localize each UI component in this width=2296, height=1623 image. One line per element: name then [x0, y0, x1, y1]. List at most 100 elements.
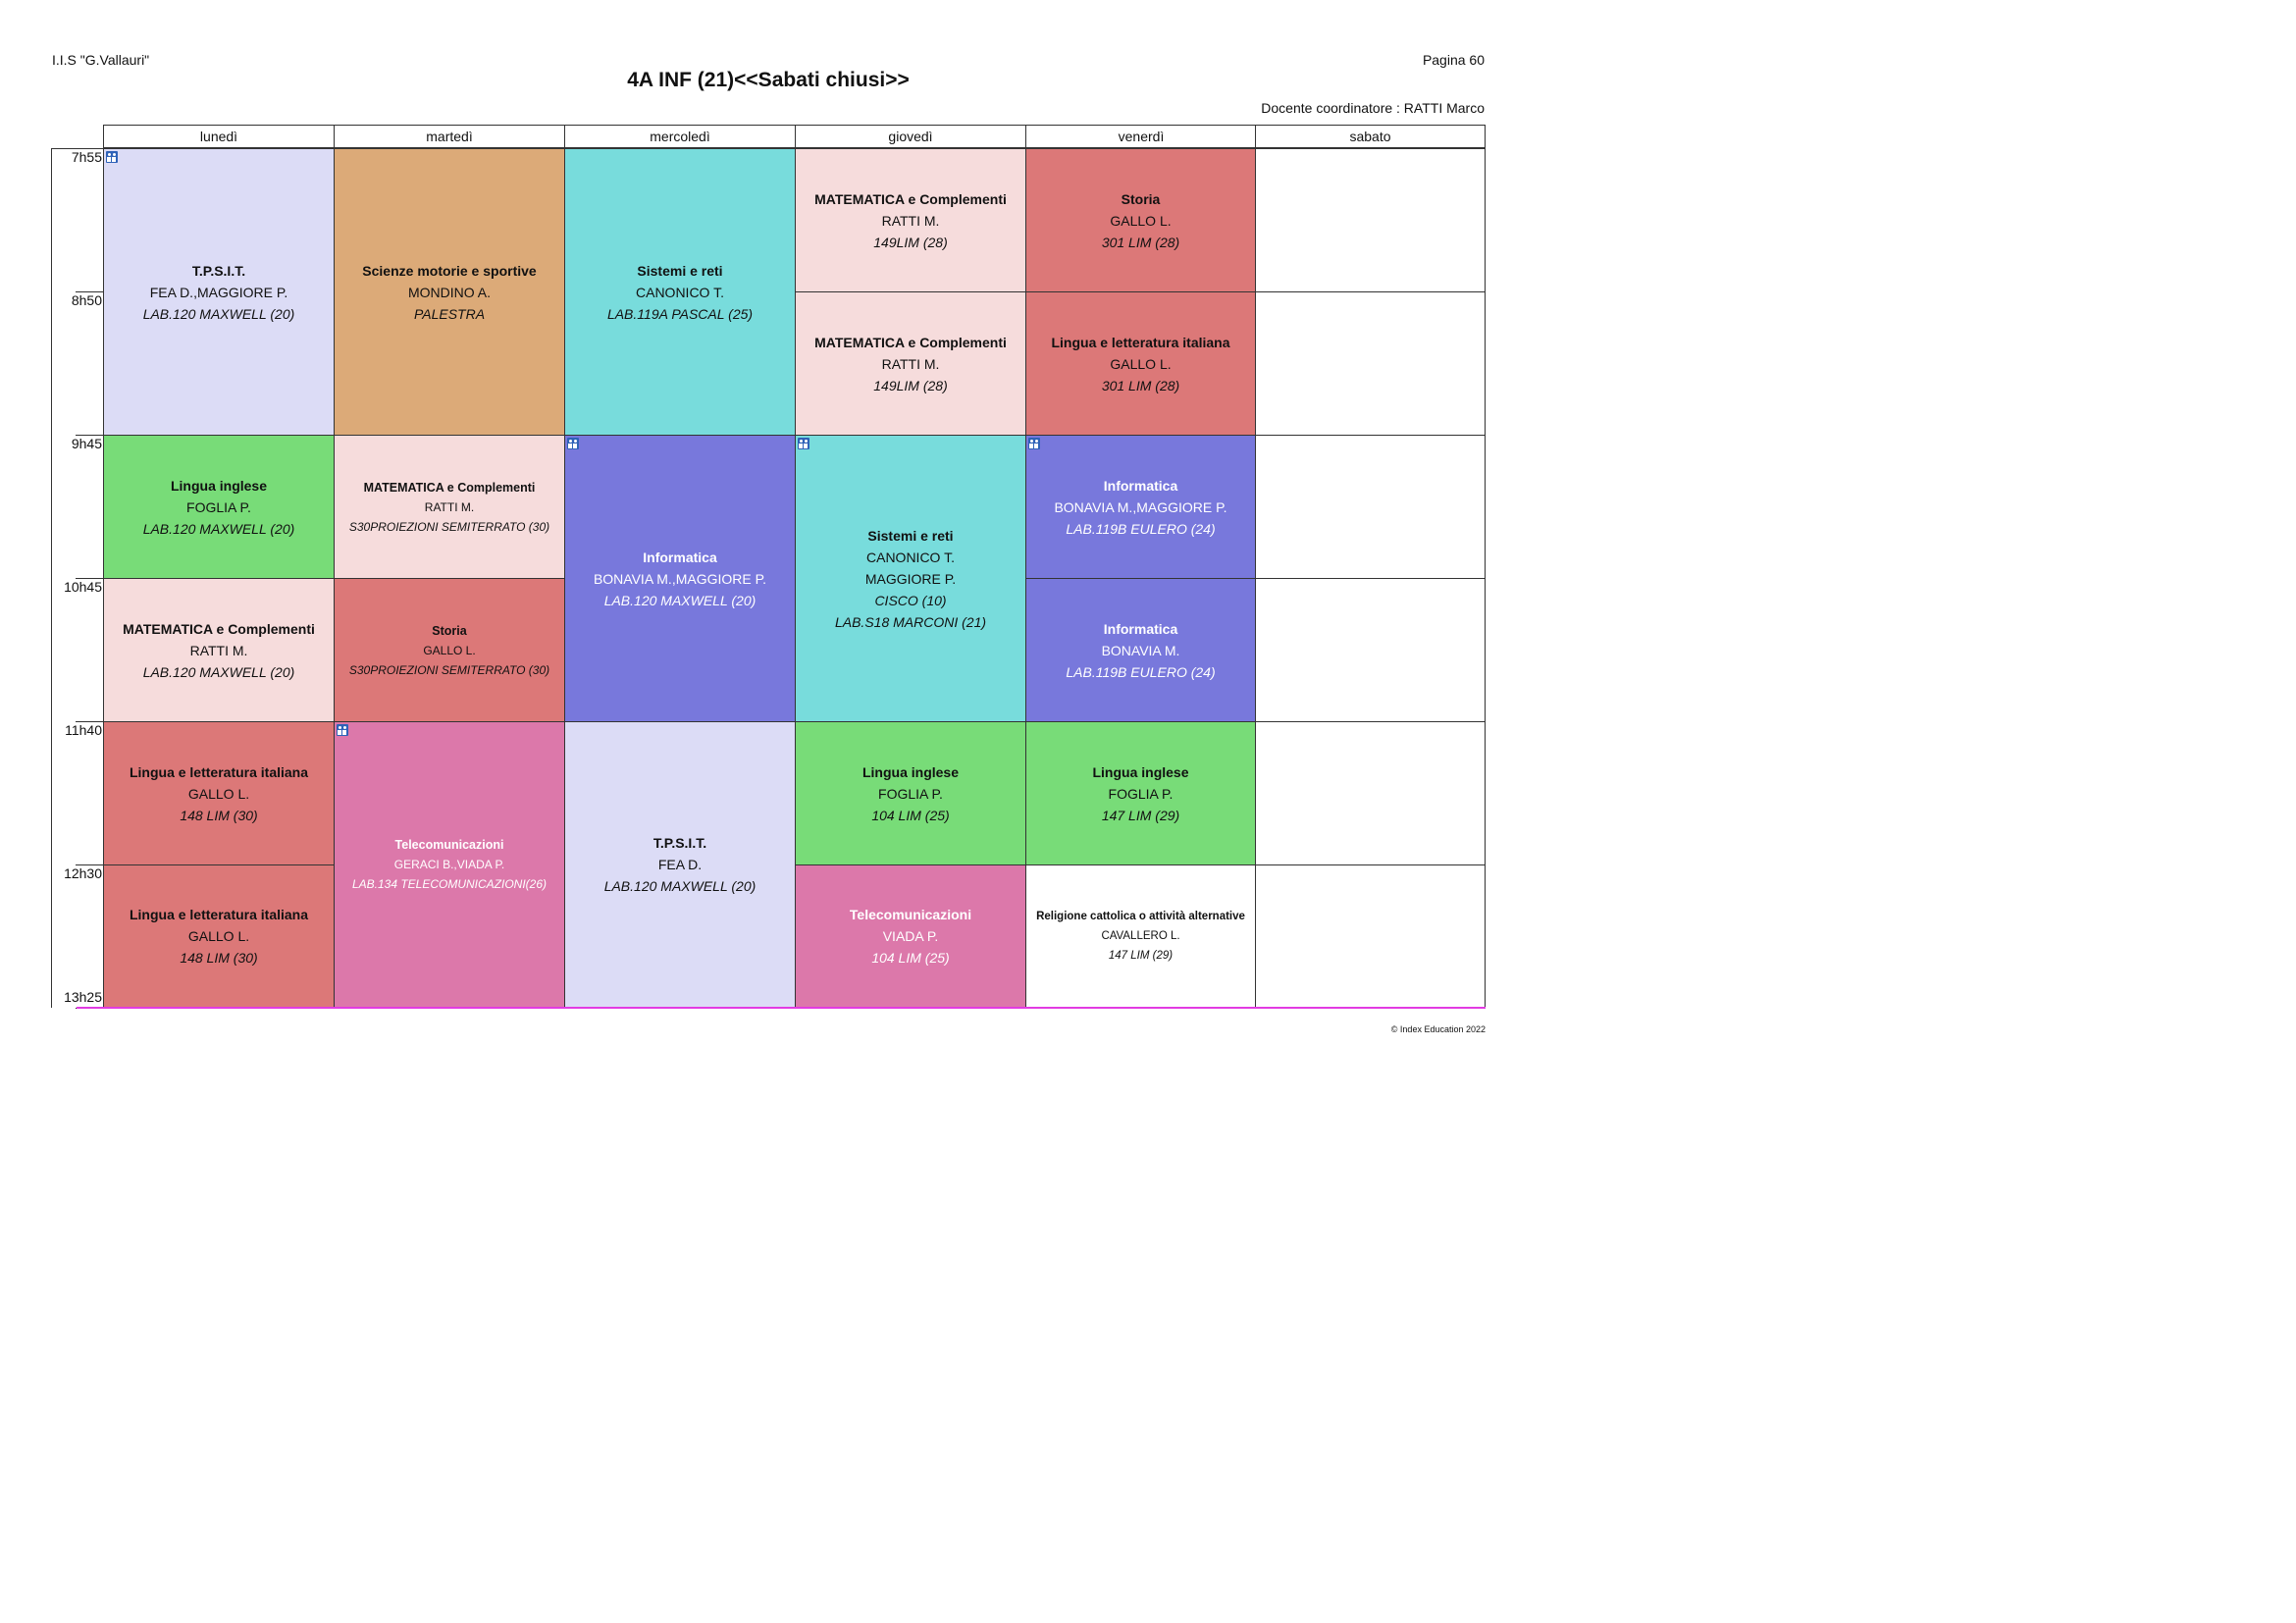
lesson-cell[interactable]: Sistemi e reti CANONICO T. LAB.119A PASC…	[564, 148, 796, 436]
lesson-room: 147 LIM (29)	[1101, 807, 1180, 823]
lesson-room: S30PROIEZIONI SEMITERRATO (30)	[348, 662, 550, 677]
lesson-subject: MATEMATICA e Complementi	[814, 190, 1007, 207]
lesson-subject: Telecomunicazioni	[394, 838, 504, 852]
lesson-teacher: RATTI M.	[881, 212, 940, 229]
lesson-room: LAB.119A PASCAL (25)	[606, 305, 754, 322]
time-label: 8h50	[71, 292, 102, 308]
lesson-room: LAB.119B EULERO (24)	[1066, 663, 1216, 680]
lesson-room: 147 LIM (29)	[1108, 950, 1174, 962]
lesson-room: S30PROIEZIONI SEMITERRATO (30)	[348, 519, 550, 534]
lesson-cell[interactable]: Informatica BONAVIA M.,MAGGIORE P. LAB.1…	[564, 435, 796, 722]
empty-slot[interactable]	[1255, 578, 1486, 722]
lesson-subject: Informatica	[1103, 477, 1178, 494]
lesson-room: PALESTRA	[413, 305, 486, 322]
lesson-teacher: GALLO L.	[423, 643, 476, 657]
lesson-cell[interactable]: Informatica BONAVIA M.,MAGGIORE P. LAB.1…	[1025, 435, 1256, 579]
coordinator-label: Docente coordinatore : RATTI Marco	[1261, 100, 1485, 116]
lesson-room: 148 LIM (30)	[180, 950, 258, 966]
lesson-subject: Storia	[432, 623, 467, 638]
empty-slot[interactable]	[1255, 435, 1486, 579]
lesson-cell[interactable]: Religione cattolica o attività alternati…	[1025, 864, 1256, 1008]
lesson-room: 301 LIM (28)	[1101, 377, 1180, 393]
lesson-teacher: RATTI M.	[881, 355, 940, 372]
lesson-room: LAB.120 MAXWELL (20)	[142, 663, 295, 680]
lesson-room: LAB.120 MAXWELL (20)	[142, 305, 295, 322]
lesson-cell[interactable]: Lingua e letteratura italiana GALLO L. 1…	[103, 721, 335, 865]
day-header-saturday: sabato	[1255, 125, 1486, 148]
timetable-title: 4A INF (21)<<Sabati chiusi>>	[627, 69, 910, 91]
lesson-cell[interactable]: MATEMATICA e Complementi RATTI M. 149LIM…	[795, 148, 1026, 292]
lesson-subject: Lingua e letteratura italiana	[129, 763, 309, 780]
lesson-cell[interactable]: Lingua inglese FOGLIA P. 147 LIM (29)	[1025, 721, 1256, 865]
day-header-monday: lunedì	[103, 125, 334, 148]
lesson-cell[interactable]: Storia GALLO L. 301 LIM (28)	[1025, 148, 1256, 292]
lesson-room: 301 LIM (28)	[1101, 234, 1180, 250]
lesson-teacher: RATTI M.	[189, 642, 248, 658]
lesson-subject: Lingua inglese	[170, 477, 267, 494]
lesson-subject: Sistemi e reti	[867, 527, 954, 544]
lesson-cell[interactable]: T.P.S.I.T. FEA D. LAB.120 MAXWELL (20)	[564, 721, 796, 1008]
day-header-thursday: giovedì	[795, 125, 1025, 148]
lesson-teacher: GALLO L.	[1110, 212, 1172, 229]
lesson-cell[interactable]: Telecomunicazioni VIADA P. 104 LIM (25)	[795, 864, 1026, 1008]
lesson-cell[interactable]: Lingua inglese FOGLIA P. LAB.120 MAXWELL…	[103, 435, 335, 579]
lesson-room: 149LIM (28)	[873, 234, 948, 250]
lesson-room: LAB.120 MAXWELL (20)	[603, 878, 757, 894]
lesson-cell[interactable]: Scienze motorie e sportive MONDINO A. PA…	[334, 148, 565, 436]
empty-slot[interactable]	[1255, 148, 1486, 292]
lesson-room: LAB.134 TELECOMUNICAZIONI(26)	[351, 877, 548, 891]
group-icon	[798, 438, 809, 449]
lesson-cell[interactable]: MATEMATICA e Complementi RATTI M. 149LIM…	[795, 291, 1026, 436]
lesson-cell[interactable]: Telecomunicazioni GERACI B.,VIADA P. LAB…	[334, 721, 565, 1008]
school-name: I.I.S "G.Vallauri"	[52, 52, 150, 68]
lesson-subject: Religione cattolica o attività alternati…	[1036, 911, 1245, 922]
lesson-room: 149LIM (28)	[873, 377, 948, 393]
lesson-cell[interactable]: MATEMATICA e Complementi RATTI M. S30PRO…	[334, 435, 565, 579]
lesson-cell[interactable]: MATEMATICA e Complementi RATTI M. LAB.12…	[103, 578, 335, 722]
lesson-subject: Lingua e letteratura italiana	[129, 907, 309, 922]
page-number: Pagina 60	[1422, 52, 1485, 68]
copyright: © Index Education 2022	[1390, 1024, 1486, 1034]
lesson-room: 148 LIM (30)	[180, 807, 258, 823]
lesson-teacher: FOGLIA P.	[1108, 785, 1174, 802]
lesson-subject: T.P.S.I.T.	[652, 835, 707, 851]
lesson-subject: Informatica	[643, 549, 717, 565]
empty-slot[interactable]	[1255, 291, 1486, 436]
lesson-teacher: FOGLIA P.	[878, 785, 943, 802]
empty-slot[interactable]	[1255, 864, 1486, 1008]
lesson-teacher: GALLO L.	[187, 928, 250, 944]
lesson-teacher: RATTI M.	[424, 499, 475, 514]
day-header-tuesday: martedì	[334, 125, 564, 148]
lesson-cell[interactable]: Storia GALLO L. S30PROIEZIONI SEMITERRAT…	[334, 578, 565, 722]
empty-slot[interactable]	[1255, 721, 1486, 865]
group-icon	[337, 724, 348, 736]
time-label: 12h30	[64, 865, 102, 881]
lesson-teacher: MONDINO A.	[407, 284, 491, 300]
day-header-wednesday: mercoledì	[564, 125, 795, 148]
lesson-subject: Lingua e letteratura italiana	[1051, 334, 1230, 350]
lesson-teacher: FEA D.,MAGGIORE P.	[149, 284, 288, 300]
lesson-teacher: BONAVIA M.	[1101, 642, 1180, 658]
lesson-cell[interactable]: Informatica BONAVIA M. LAB.119B EULERO (…	[1025, 578, 1256, 722]
group-icon	[1028, 438, 1040, 449]
lesson-cell[interactable]: Lingua e letteratura italiana GALLO L. 1…	[103, 864, 335, 1008]
lesson-subject: Scienze motorie e sportive	[362, 262, 537, 279]
lesson-cell[interactable]: Lingua e letteratura italiana GALLO L. 3…	[1025, 291, 1256, 436]
time-label: 10h45	[64, 579, 102, 595]
lesson-cell[interactable]: T.P.S.I.T. FEA D.,MAGGIORE P. LAB.120 MA…	[103, 148, 335, 436]
lesson-teacher: FEA D.	[657, 857, 703, 872]
lesson-cell[interactable]: Lingua inglese FOGLIA P. 104 LIM (25)	[795, 721, 1026, 865]
time-label: 9h45	[71, 436, 102, 451]
lesson-teacher: MAGGIORE P.	[864, 570, 957, 587]
lesson-subject: MATEMATICA e Complementi	[363, 480, 536, 495]
lesson-subject: Lingua inglese	[1092, 763, 1189, 780]
lesson-subject: Sistemi e reti	[637, 262, 723, 279]
lesson-teacher: BONAVIA M.,MAGGIORE P.	[1054, 498, 1227, 515]
lesson-cell[interactable]: Sistemi e reti CANONICO T. MAGGIORE P. C…	[795, 435, 1026, 722]
lesson-room: LAB.S18 MARCONI (21)	[834, 613, 987, 630]
lesson-subject: MATEMATICA e Complementi	[814, 334, 1007, 350]
lesson-room: 104 LIM (25)	[871, 807, 950, 823]
lesson-teacher: CAVALLERO L.	[1101, 930, 1180, 942]
lesson-room: CISCO (10)	[874, 592, 947, 608]
lesson-teacher: FOGLIA P.	[186, 498, 251, 515]
